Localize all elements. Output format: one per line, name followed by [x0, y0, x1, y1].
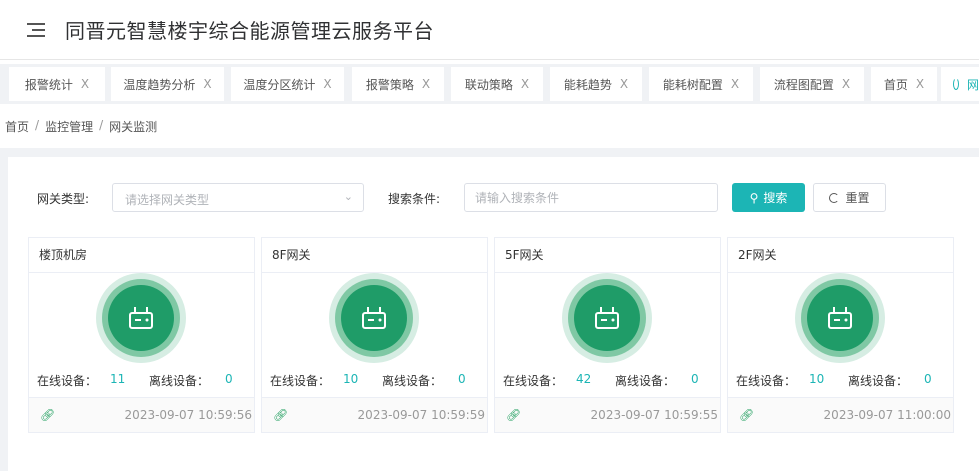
online-label: 在线设备：: [503, 374, 564, 388]
gateway-card-title: 2F网关: [728, 238, 953, 273]
online-label: 在线设备：: [270, 374, 331, 388]
reset-button[interactable]: 重置: [813, 183, 886, 212]
online-label: 在线设备：: [37, 374, 98, 388]
tab-label: 联动策略: [464, 77, 513, 92]
tab-flowchart[interactable]: 流程图配置 X: [760, 67, 864, 101]
tab-label: 首页: [883, 77, 908, 92]
search-icon: ⚲: [749, 190, 759, 205]
tab-gateway-monitor[interactable]: 网: [941, 67, 979, 101]
offline-label: 离线设备：: [848, 374, 909, 388]
gateway-router-icon[interactable]: [574, 285, 640, 351]
close-icon[interactable]: X: [620, 77, 628, 91]
search-button-label: 搜索: [763, 191, 788, 205]
offline-count: 0: [691, 372, 699, 386]
tab-label: 报警统计: [24, 77, 73, 92]
gateway-status-ring: [795, 273, 885, 363]
gateway-router-icon[interactable]: [807, 285, 873, 351]
offline-count: 0: [924, 372, 932, 386]
close-icon[interactable]: X: [323, 77, 331, 91]
breadcrumb: 首页 / 监控管理 / 网关监测: [5, 118, 157, 135]
search-button[interactable]: ⚲ 搜索: [732, 183, 805, 212]
gateway-card-footer: 🔗︎ 2023-09-07 10:59:59: [262, 397, 487, 432]
online-count: 10: [809, 372, 825, 386]
gateway-card-title: 8F网关: [262, 238, 487, 273]
offline-count: 0: [458, 372, 466, 386]
tab-label: 温度分区统计: [243, 77, 316, 92]
hamburger-icon[interactable]: [27, 22, 45, 37]
update-time: 2023-09-07 10:59:59: [357, 408, 485, 422]
breadcrumb-monitor[interactable]: 监控管理: [45, 118, 93, 135]
gateway-type-label: 网关类型:: [37, 192, 90, 206]
reset-icon: [829, 192, 840, 203]
tab-label: 能耗树配置: [662, 77, 723, 92]
link-icon[interactable]: 🔗︎: [739, 408, 754, 422]
tab-temp-trend[interactable]: 温度趋势分析 X: [111, 67, 224, 101]
tab-alarm-policy[interactable]: 报警策略 X: [352, 67, 444, 101]
tab-energy-trend[interactable]: 能耗趋势 X: [550, 67, 642, 101]
gateway-card-footer: 🔗︎ 2023-09-07 11:00:00: [728, 397, 953, 432]
link-icon[interactable]: 🔗︎: [273, 408, 288, 422]
reset-button-label: 重置: [845, 191, 870, 205]
offline-label: 离线设备：: [615, 374, 676, 388]
breadcrumb-separator: /: [35, 118, 40, 132]
breadcrumb-home[interactable]: 首页: [5, 118, 29, 135]
close-icon[interactable]: X: [731, 77, 739, 91]
gateway-type-select[interactable]: 请选择网关类型 ⌄: [112, 183, 364, 212]
app-title: 同晋元智慧楼宇综合能源管理云服务平台: [65, 19, 434, 43]
close-icon[interactable]: X: [916, 77, 924, 91]
close-icon[interactable]: X: [203, 77, 211, 91]
offline-label: 离线设备：: [149, 374, 210, 388]
tab-label: 报警策略: [365, 77, 414, 92]
chevron-down-icon: ⌄: [343, 190, 353, 203]
close-icon[interactable]: X: [422, 77, 430, 91]
tab-energy-tree[interactable]: 能耗树配置 X: [649, 67, 753, 101]
link-icon[interactable]: 🔗︎: [40, 408, 55, 422]
close-icon[interactable]: X: [81, 77, 89, 91]
tab-alarm-stats[interactable]: 报警统计 X: [9, 67, 105, 101]
tab-label: 网: [966, 77, 979, 92]
link-icon[interactable]: 🔗︎: [506, 408, 521, 422]
online-count: 11: [110, 372, 126, 386]
tab-bar: 报警统计 X 温度趋势分析 X 温度分区统计 X 报警策略 X 联动策略 X 能耗趋势 X …: [0, 64, 979, 104]
gateway-card[interactable]: 楼顶机房 在线设备： 11 离线设备： 0 🔗︎ 2023-09-07 10:5…: [28, 237, 255, 433]
breadcrumb-gateway: 网关监测: [109, 120, 158, 134]
breadcrumb-separator: /: [99, 118, 104, 132]
offline-label: 离线设备：: [382, 374, 443, 388]
gateway-status-ring: [329, 273, 419, 363]
close-icon[interactable]: X: [842, 77, 850, 91]
gateway-card-footer: 🔗︎ 2023-09-07 10:59:56: [29, 397, 254, 432]
tab-home[interactable]: 首页 X: [871, 67, 937, 101]
offline-count: 0: [225, 372, 233, 386]
tab-temp-zone[interactable]: 温度分区统计 X: [231, 67, 344, 101]
update-time: 2023-09-07 10:59:56: [124, 408, 252, 422]
tab-linkage-policy[interactable]: 联动策略 X: [451, 67, 543, 101]
tab-label: 流程图配置: [773, 77, 834, 92]
search-input[interactable]: [464, 183, 718, 212]
tab-label: 温度趋势分析: [123, 77, 196, 92]
online-count: 10: [343, 372, 359, 386]
refresh-icon: [953, 78, 959, 90]
gateway-status-ring: [96, 273, 186, 363]
online-label: 在线设备：: [736, 374, 797, 388]
select-placeholder: 请选择网关类型: [125, 193, 210, 207]
gateway-card[interactable]: 2F网关 在线设备： 10 离线设备： 0 🔗︎ 2023-09-07 11:0…: [727, 237, 954, 433]
gateway-router-icon[interactable]: [341, 285, 407, 351]
gateway-card-title: 5F网关: [495, 238, 720, 273]
update-time: 2023-09-07 10:59:55: [590, 408, 718, 422]
gateway-card-title: 楼顶机房: [29, 238, 254, 273]
search-condition-label: 搜索条件:: [388, 192, 441, 206]
gateway-card-footer: 🔗︎ 2023-09-07 10:59:55: [495, 397, 720, 432]
tab-label: 能耗趋势: [563, 77, 612, 92]
update-time: 2023-09-07 11:00:00: [823, 408, 951, 422]
gateway-status-ring: [562, 273, 652, 363]
gateway-router-icon[interactable]: [108, 285, 174, 351]
close-icon[interactable]: X: [521, 77, 529, 91]
online-count: 42: [576, 372, 592, 386]
gateway-card[interactable]: 5F网关 在线设备： 42 离线设备： 0 🔗︎ 2023-09-07 10:5…: [494, 237, 721, 433]
gateway-card[interactable]: 8F网关 在线设备： 10 离线设备： 0 🔗︎ 2023-09-07 10:5…: [261, 237, 488, 433]
top-header: 同晋元智慧楼宇综合能源管理云服务平台: [0, 0, 979, 60]
